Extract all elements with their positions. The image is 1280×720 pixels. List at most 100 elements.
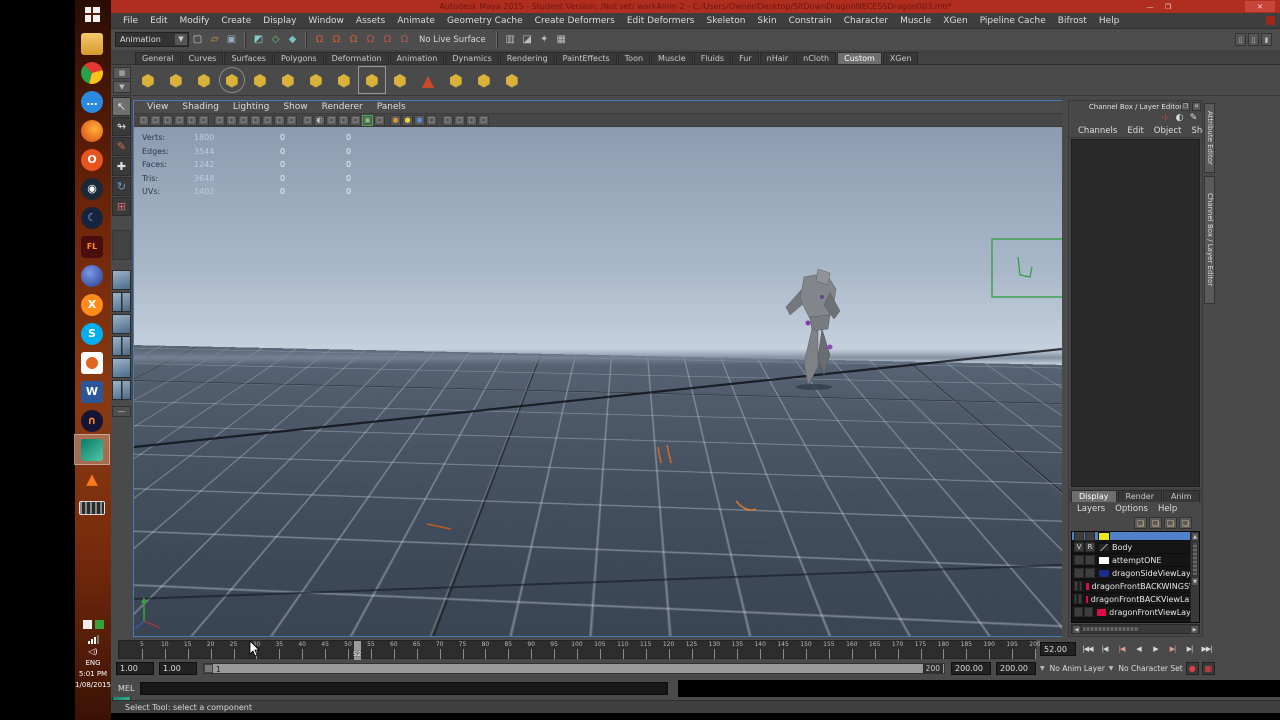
menu-character[interactable]: Character (838, 16, 894, 26)
layer-name[interactable]: dragonFrontViewLayer (1109, 608, 1199, 617)
visibility-cell[interactable] (1074, 594, 1077, 604)
manipulator-axis-icon[interactable]: ⊹ (1160, 113, 1171, 124)
shelf-tab-muscle[interactable]: Muscle (651, 52, 693, 64)
menu-display[interactable]: Display (257, 16, 302, 26)
shelf-tab-custom[interactable]: Custom (837, 52, 882, 64)
playback-cell[interactable] (1084, 607, 1093, 617)
textured-icon[interactable]: ▢ (326, 115, 337, 126)
shelf-tab-toon[interactable]: Toon (618, 52, 650, 64)
visibility-cell[interactable] (1074, 568, 1084, 578)
chevron-down-icon[interactable]: ▼ (1040, 665, 1045, 672)
layer-color-swatch[interactable] (1098, 569, 1110, 578)
playback-cell[interactable] (1085, 555, 1095, 565)
lighting-sphere-icon[interactable]: ● (414, 115, 425, 126)
move-layer-down-icon[interactable]: ❏ (1149, 517, 1162, 529)
playback-cell[interactable] (1079, 581, 1083, 591)
shelf-icon-4[interactable]: ⬢ (219, 67, 245, 93)
layer-color-swatch[interactable] (1098, 543, 1110, 552)
file-explorer[interactable] (75, 29, 109, 58)
scroll-up-icon[interactable]: ▲ (1191, 532, 1199, 541)
animation-end-field[interactable]: 200.00 (996, 662, 1036, 675)
paint-select-tool[interactable]: ✎ (112, 137, 131, 156)
security-tray-icon[interactable] (95, 620, 104, 629)
menu-muscle[interactable]: Muscle (894, 16, 937, 26)
shelf-tab-curves[interactable]: Curves (182, 52, 224, 64)
volume-icon[interactable]: ◁) (75, 647, 111, 656)
snap-point-icon[interactable]: Ω (346, 32, 361, 47)
channel-box-menu-edit[interactable]: Edit (1122, 126, 1148, 136)
rotate-tool[interactable]: ↻ (112, 177, 131, 196)
playback-cell[interactable] (1085, 568, 1095, 578)
layer-row-selected-partial[interactable] (1072, 532, 1199, 541)
menu-skin[interactable]: Skin (751, 16, 782, 26)
layer-editor-tab-render[interactable]: Render (1118, 490, 1162, 502)
layout-shortcut-4[interactable] (112, 336, 131, 356)
shelf-icon-14[interactable]: ⬢ (499, 67, 525, 93)
menu-create[interactable]: Create (215, 16, 257, 26)
skype[interactable]: S (75, 319, 109, 348)
lock-camera-icon[interactable]: ▢ (150, 115, 161, 126)
scroll-left-icon[interactable]: ◀ (1072, 625, 1081, 634)
animation-start-field[interactable]: 1.00 (116, 662, 154, 675)
auto-keyframe-icon[interactable]: ● (1186, 662, 1199, 675)
select-object-icon[interactable]: ◇ (268, 32, 283, 47)
panel-menu-view[interactable]: View (140, 102, 175, 112)
layer-name[interactable]: attemptONE (1112, 556, 1161, 565)
step-forward-frame-button[interactable]: ▶| (1182, 641, 1197, 657)
playback-start-field[interactable]: 1.00 (159, 662, 197, 675)
shelf-icon-5[interactable]: ⬢ (247, 67, 273, 93)
shelf-icon-8[interactable]: ⬢ (331, 67, 357, 93)
layer-color-swatch[interactable] (1098, 532, 1110, 541)
panel-menu-panels[interactable]: Panels (370, 102, 413, 112)
character-set-dropdown[interactable]: No Character Set (1118, 664, 1182, 673)
lighting-sun-icon[interactable]: ● (402, 115, 413, 126)
shelf-icon-9[interactable]: ⬢ (359, 67, 385, 93)
layer-list-vscrollbar[interactable]: ▲ ▼ (1190, 532, 1199, 622)
2d-pan-zoom-icon[interactable]: ▢ (198, 115, 209, 126)
use-all-lights-icon[interactable]: ▢ (338, 115, 349, 126)
close-icon[interactable]: ✕ (1192, 102, 1201, 111)
playback-cell[interactable] (1085, 531, 1095, 541)
layer-editor-tab-anim[interactable]: Anim (1163, 490, 1200, 502)
layer-menu-layers[interactable]: Layers (1072, 504, 1110, 514)
menu-xgen[interactable]: XGen (937, 16, 973, 26)
layer-color-swatch[interactable] (1085, 582, 1089, 591)
range-handle-left[interactable] (204, 664, 213, 673)
visibility-cell[interactable] (1074, 531, 1084, 541)
channel-box-menu-channels[interactable]: Channels (1073, 126, 1122, 136)
menu-skeleton[interactable]: Skeleton (701, 16, 752, 26)
perspective-viewport[interactable]: ViewShadingLightingShowRendererPanels ▢▢… (133, 100, 1063, 637)
shelf-icon-13[interactable]: ⬢ (471, 67, 497, 93)
lasso-tool[interactable]: ↬ (112, 117, 131, 136)
grease-pencil-icon[interactable]: ▢ (214, 115, 225, 126)
xray-icon[interactable]: ▣ (362, 115, 373, 126)
layer-name[interactable]: dragonFrontBACKViewLaye (1091, 595, 1199, 604)
shelf-tab-deformation[interactable]: Deformation (325, 52, 389, 64)
layout-shortcut-3[interactable] (112, 314, 131, 334)
menu-animate[interactable]: Animate (391, 16, 441, 26)
panel-menu-renderer[interactable]: Renderer (315, 102, 370, 112)
layer-list-hscrollbar[interactable]: ◀ ▶ (1071, 624, 1200, 634)
scroll-right-icon[interactable]: ▶ (1190, 625, 1199, 634)
layer-editor-tab-display[interactable]: Display (1071, 490, 1117, 502)
shelf-tab-general[interactable]: General (135, 52, 181, 64)
panel-menu-shading[interactable]: Shading (175, 102, 226, 112)
menu-file[interactable]: File (117, 16, 144, 26)
visibility-cell[interactable] (1074, 607, 1083, 617)
play-backwards-button[interactable]: ◀ (1131, 641, 1146, 657)
range-handle-right[interactable]: 200 (923, 664, 943, 673)
render-current-icon[interactable]: ◪ (520, 32, 535, 47)
audacity[interactable]: ∩ (75, 406, 109, 435)
bookmarks-icon[interactable]: ▢ (174, 115, 185, 126)
menu-geometry-cache[interactable]: Geometry Cache (441, 16, 529, 26)
scroll-thumb[interactable] (1192, 542, 1198, 576)
steam[interactable]: ◉ (75, 174, 109, 203)
command-line-language-button[interactable]: MEL (118, 684, 140, 693)
shelf-tab-fluids[interactable]: Fluids (694, 52, 731, 64)
scroll-down-icon[interactable]: ▼ (1191, 577, 1199, 586)
menu-constrain[interactable]: Constrain (783, 16, 838, 26)
layer-row[interactable]: dragonFrontBACKViewLaye (1072, 593, 1199, 606)
chrome[interactable] (75, 58, 109, 87)
save-scene-icon[interactable]: ▣ (224, 32, 239, 47)
shelf-menu-icon[interactable]: ▦ (113, 67, 131, 79)
